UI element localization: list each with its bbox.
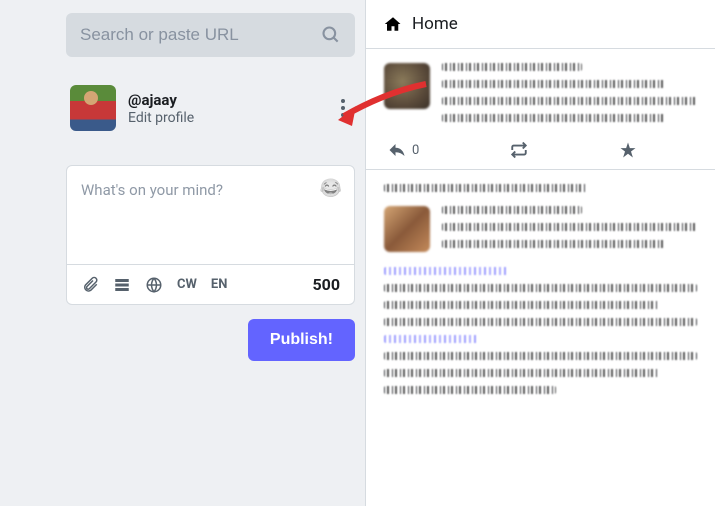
home-icon	[384, 15, 402, 33]
timeline-header: Home	[366, 0, 715, 49]
edit-profile-link[interactable]: Edit profile	[128, 110, 335, 126]
timeline-post[interactable]: 0	[366, 49, 715, 170]
publish-button[interactable]: Publish!	[248, 319, 355, 361]
timeline-title: Home	[412, 14, 458, 34]
search-icon[interactable]	[321, 25, 341, 45]
language-button[interactable]: EN	[211, 277, 228, 292]
boost-button[interactable]	[509, 141, 529, 159]
post-actions: 0	[384, 131, 697, 159]
character-counter: 500	[312, 275, 340, 294]
compose-textarea[interactable]: What's on your mind? 😂	[67, 166, 354, 264]
post-content	[442, 63, 697, 131]
avatar[interactable]	[70, 85, 116, 131]
post-avatar[interactable]	[384, 206, 430, 252]
timeline-column: Home 0	[365, 0, 715, 506]
profile-handle[interactable]: @ajaay	[128, 91, 335, 109]
publish-row: Publish!	[66, 319, 355, 361]
favorite-button[interactable]	[619, 141, 637, 159]
kebab-menu-icon[interactable]	[335, 93, 351, 123]
compose-box: What's on your mind? 😂 CW EN 500	[66, 165, 355, 305]
profile-row: @ajaay Edit profile	[66, 85, 355, 131]
post-content	[442, 206, 697, 257]
timeline-post[interactable]	[366, 170, 715, 413]
visibility-icon[interactable]	[145, 276, 163, 294]
post-avatar[interactable]	[384, 63, 430, 109]
compose-toolbar: CW EN 500	[67, 264, 354, 304]
attachment-icon[interactable]	[81, 276, 99, 294]
compose-placeholder: What's on your mind?	[81, 181, 223, 199]
search-box[interactable]	[66, 13, 355, 57]
poll-icon[interactable]	[113, 276, 131, 294]
search-input[interactable]	[80, 25, 321, 45]
reply-count: 0	[412, 143, 419, 158]
content-warning-button[interactable]: CW	[177, 277, 197, 292]
profile-info: @ajaay Edit profile	[128, 91, 335, 126]
reply-button[interactable]: 0	[388, 141, 419, 159]
emoji-picker-icon[interactable]: 😂	[320, 178, 342, 199]
